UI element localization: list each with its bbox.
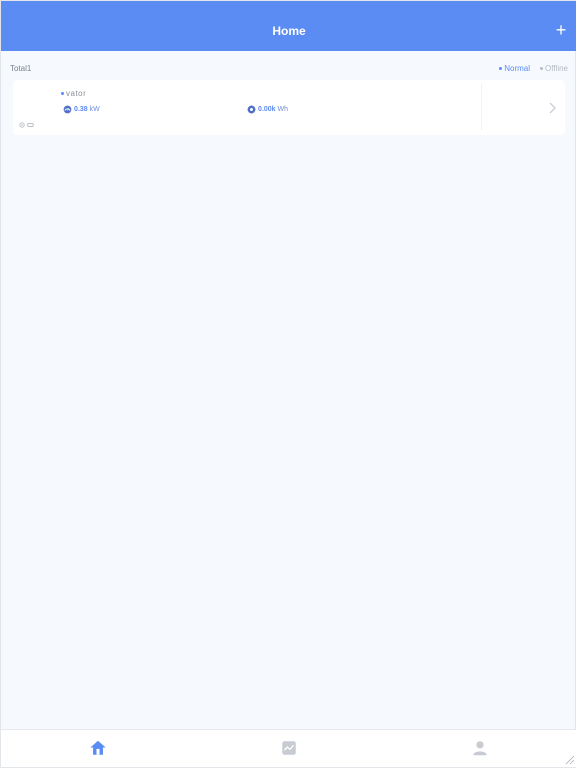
user-icon xyxy=(473,741,487,756)
legend-offline-label: Offline xyxy=(545,64,568,73)
tab-home[interactable] xyxy=(88,738,108,758)
power-value: 0.38 xyxy=(74,106,88,113)
summary-bar: Total1 Normal Offline xyxy=(1,62,576,76)
page-title: Home xyxy=(272,24,306,38)
legend-offline[interactable]: Offline xyxy=(540,64,568,73)
link-icon xyxy=(27,123,34,127)
legend-normal-label: Normal xyxy=(504,64,531,73)
chart-icon xyxy=(282,741,296,755)
header-bar: Home + xyxy=(1,1,576,51)
tab-chart[interactable] xyxy=(279,738,299,758)
home-icon xyxy=(90,740,106,755)
resize-grip-icon[interactable] xyxy=(563,753,575,765)
card-divider xyxy=(481,84,482,131)
normal-dot-icon xyxy=(499,67,503,70)
offline-dot-icon xyxy=(540,67,544,70)
energy-gear-icon xyxy=(247,105,256,114)
signal-icon xyxy=(19,122,25,128)
power-gauge-icon xyxy=(63,105,72,114)
total-count: Total1 xyxy=(10,64,32,73)
add-button[interactable]: + xyxy=(553,19,569,41)
device-status-icons xyxy=(19,122,34,128)
chevron-right-icon[interactable] xyxy=(547,100,559,116)
legend-normal[interactable]: Normal xyxy=(499,64,530,73)
energy-value: 0.00k xyxy=(258,106,276,113)
status-legend: Normal Offline xyxy=(499,64,568,73)
device-card[interactable]: vator 0.38 kW 0.00k Wh xyxy=(13,80,565,135)
device-status-dot-icon xyxy=(61,92,64,95)
device-name-label: vator xyxy=(66,89,87,98)
tab-profile[interactable] xyxy=(470,738,490,758)
power-unit: kW xyxy=(89,106,100,113)
energy-metric: 0.00k Wh xyxy=(247,105,288,114)
energy-unit: Wh xyxy=(277,106,289,113)
tab-bar xyxy=(1,729,576,767)
power-metric: 0.38 kW xyxy=(63,105,100,114)
device-name: vator xyxy=(61,89,86,98)
